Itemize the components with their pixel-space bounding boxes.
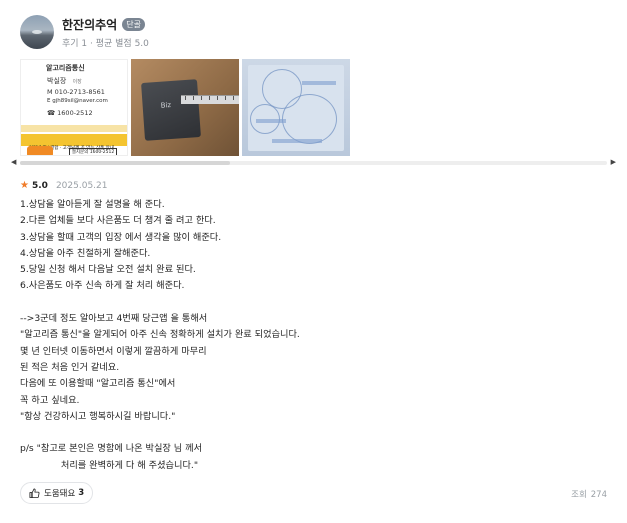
review-line: 1.상담을 알아듣게 잘 설명을 해 준다. xyxy=(20,199,165,210)
gallery-scrollbar[interactable]: ◀ ▶ xyxy=(11,159,616,166)
card-button-text: 설치문의 1600-2512 xyxy=(69,148,117,155)
view-number: 274 xyxy=(590,490,607,500)
card-tel: ☎ 1600-2512 xyxy=(47,109,93,117)
review-line: p/s "참고로 본인은 명함에 나온 박실장 님 께서 xyxy=(20,443,203,455)
regular-badge: 단골 xyxy=(122,18,145,31)
paper-document-photo[interactable] xyxy=(242,59,350,156)
business-card-photo[interactable]: 알고리즘통신 박실장 이장 M 010-2713-8561 E gjh89sil… xyxy=(20,59,128,156)
rating-score: 5.0 xyxy=(32,180,48,191)
router-device-photo[interactable]: Biz xyxy=(131,59,239,156)
review-line: -->3군데 정도 알아보고 4번째 당근앱 을 통해서 xyxy=(20,313,208,325)
review-line: 3.상담을 할때 고객의 입장 에서 생각을 많이 해준다. xyxy=(20,231,222,243)
card-role: 이장 xyxy=(72,79,82,85)
view-count: 조회 274 xyxy=(571,488,607,500)
user-info: 한잔의추억 단골 후기 1 · 평균 별점 5.0 xyxy=(62,16,149,49)
card-logo xyxy=(27,146,53,155)
card-email: E gjh89sil@naver.com xyxy=(47,98,108,104)
scrollbar-thumb[interactable] xyxy=(20,161,230,165)
card-mobile: M 010-2713-8561 xyxy=(47,88,105,96)
rating-row: ★ 5.0 2025.05.21 xyxy=(20,179,107,192)
user-meta: 후기 1 · 평균 별점 5.0 xyxy=(62,38,149,49)
review-line: 2.다른 업체들 보다 사은품도 더 챙겨 줄 려고 한다. xyxy=(20,215,216,227)
helpful-label: 도움돼요 xyxy=(44,489,76,499)
review-line: "알고리즘 통신"을 알게되어 아주 신속 정확하게 설치가 완료 되었습니다. xyxy=(20,329,300,341)
review-author-header: 한잔의추억 단골 후기 1 · 평균 별점 5.0 xyxy=(20,14,149,50)
review-line: 6.사은품도 아주 신속 하게 잘 처리 해준다. xyxy=(20,280,185,292)
review-body: 1.상담을 알아듣게 잘 설명을 해 준다. 2.다른 업체들 보다 사은품도 … xyxy=(20,197,610,474)
review-line: 4.상담을 아주 친절하게 잘해준다. xyxy=(20,247,151,259)
review-line: 5.당일 신청 해서 다음날 오전 설치 완료 된다. xyxy=(20,264,196,276)
tape-measure xyxy=(181,95,239,104)
helpful-button[interactable]: 도움돼요 3 xyxy=(20,482,94,504)
review-line: "항상 건강하시고 행복하시길 바랍니다." xyxy=(20,410,176,422)
card-person-name: 박실장 xyxy=(47,77,67,85)
card-company: 알고리즘통신 xyxy=(46,64,85,72)
review-photo-gallery: 알고리즘통신 박실장 이장 M 010-2713-8561 E gjh89sil… xyxy=(20,59,350,156)
device-label: Biz xyxy=(160,100,172,110)
review-line: 처리를 완벽하게 다 해 주셨습니다." xyxy=(20,459,199,471)
review-line xyxy=(20,295,610,311)
thumbs-up-icon xyxy=(29,488,40,498)
avatar[interactable] xyxy=(20,15,54,49)
helpful-count: 3 xyxy=(78,488,85,498)
router-box: Biz xyxy=(141,79,201,141)
scroll-right-arrow-icon[interactable]: ▶ xyxy=(611,159,616,166)
review-line: 몇 년 인터넷 이동하면서 이렇게 깔끔하게 마무리 xyxy=(20,345,207,357)
user-name[interactable]: 한잔의추억 xyxy=(62,16,117,33)
review-line: 다음에 또 이용할때 "알고리즘 통신"에서 xyxy=(20,378,176,390)
review-line: 된 적은 처음 인거 같네요. xyxy=(20,361,120,373)
star-icon: ★ xyxy=(20,179,29,191)
review-line: 꼭 하고 싶네요. xyxy=(20,394,80,406)
review-date: 2025.05.21 xyxy=(55,180,108,191)
review-line xyxy=(20,425,610,441)
scroll-left-arrow-icon[interactable]: ◀ xyxy=(11,159,16,166)
view-label: 조회 xyxy=(571,490,587,500)
